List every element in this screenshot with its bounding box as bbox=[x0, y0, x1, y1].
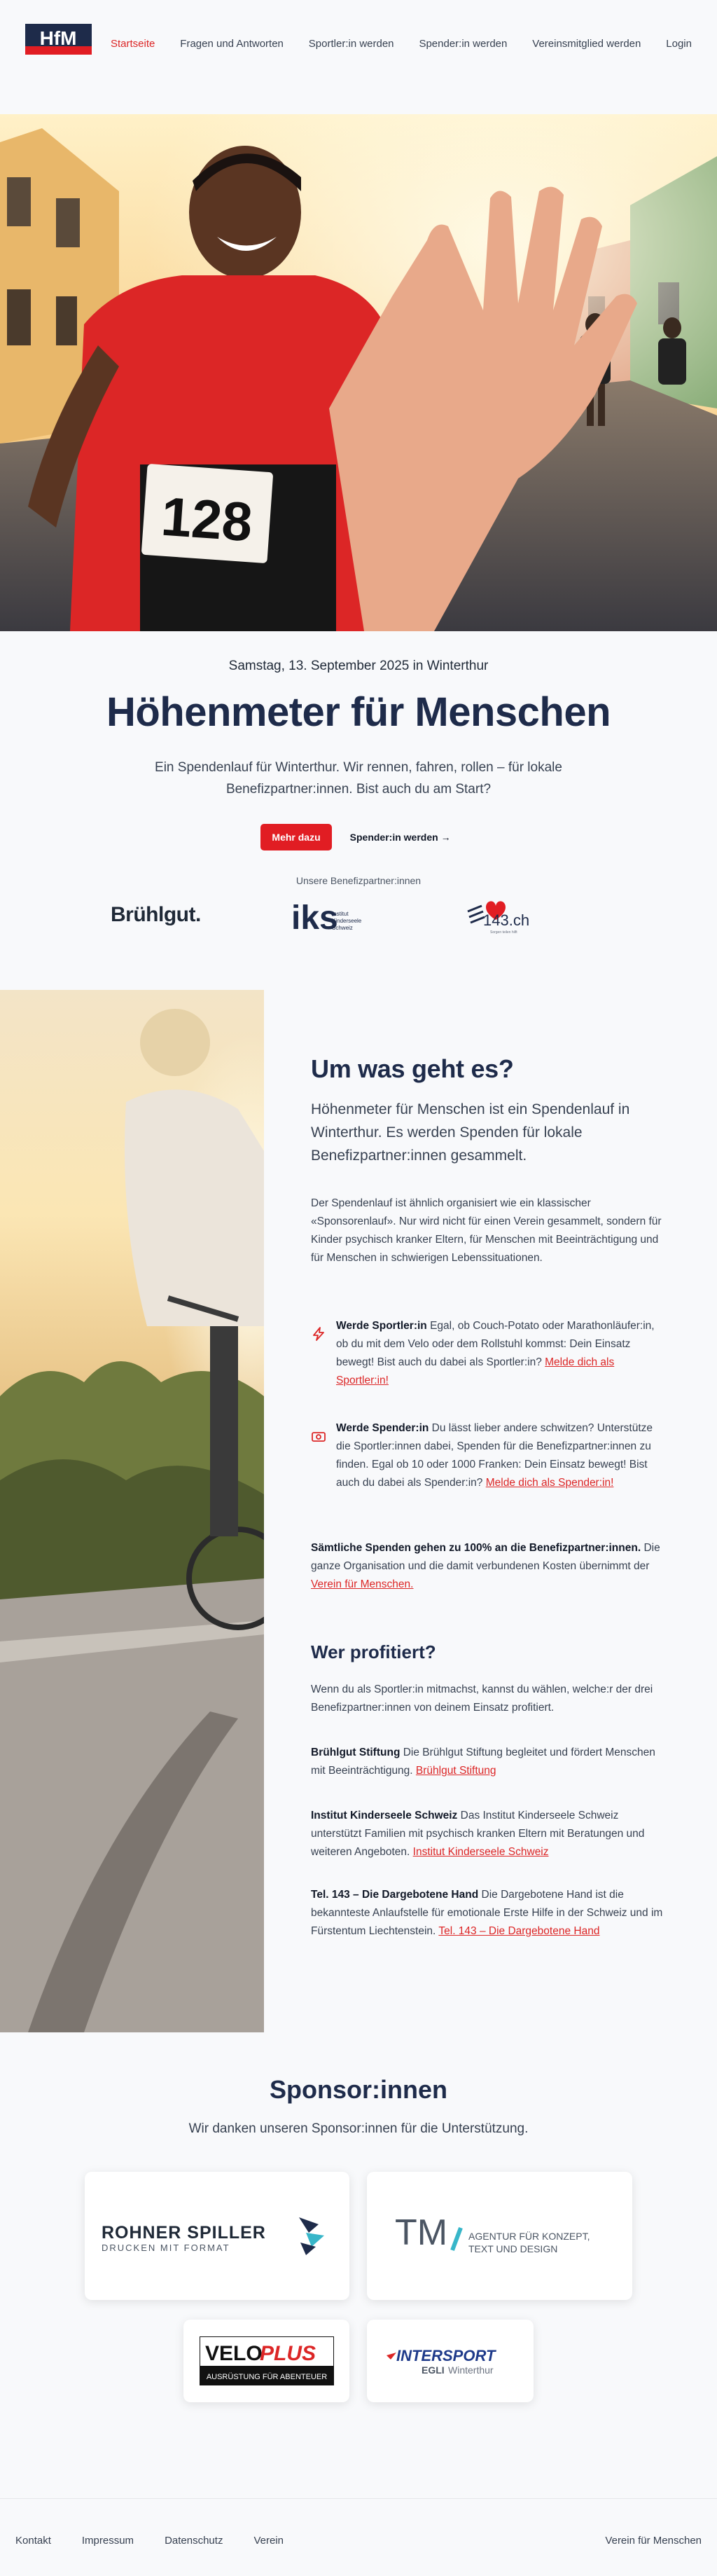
beneficiaries-intro: Wenn du als Sportler:in mitmachst, kanns… bbox=[311, 1683, 653, 1714]
verein-link[interactable]: Verein für Menschen. bbox=[311, 1578, 413, 1590]
svg-text:DRUCKEN MIT FORMAT: DRUCKEN MIT FORMAT bbox=[102, 2243, 230, 2253]
nav-login[interactable]: Login bbox=[666, 38, 692, 50]
logo[interactable]: HfM bbox=[25, 24, 92, 55]
beneficiary-bruhlgut-name: Brühlgut Stiftung bbox=[311, 1747, 401, 1758]
mehr-dazu-button[interactable]: Mehr dazu bbox=[260, 824, 332, 850]
sponsors-subtitle: Wir danken unseren Sponsor:innen für die… bbox=[188, 2121, 529, 2136]
footer-kontakt[interactable]: Kontakt bbox=[15, 2535, 51, 2547]
event-date: Samstag, 13. September 2025 in Winterthu… bbox=[228, 659, 489, 673]
footer-brand[interactable]: Verein für Menschen bbox=[605, 2535, 702, 2547]
nav-spender[interactable]: Spender:in werden bbox=[419, 38, 507, 50]
svg-text:Institut: Institut bbox=[332, 911, 349, 917]
svg-text:Winterthur: Winterthur bbox=[448, 2364, 494, 2376]
feature-sportler: Werde Sportler:in Egal, ob Couch-Potato … bbox=[336, 1317, 665, 1390]
bruhlgut-link[interactable]: Brühlgut Stiftung bbox=[416, 1765, 496, 1777]
svg-text:iks: iks bbox=[291, 900, 338, 935]
svg-text:AGENTUR FÜR KONZEPT,: AGENTUR FÜR KONZEPT, bbox=[468, 2230, 590, 2242]
svg-text:PLUS: PLUS bbox=[260, 2342, 316, 2365]
site-header: HfM Startseite Fragen und Antworten Spor… bbox=[0, 0, 717, 90]
spender-werden-link[interactable]: Spender:in werden → bbox=[344, 824, 457, 850]
tel143-link[interactable]: Tel. 143 – Die Dargebotene Hand bbox=[438, 1925, 599, 1937]
intersport-logo: INTERSPORT EGLI Winterthur bbox=[387, 2347, 496, 2376]
main-nav: Startseite Fragen und Antworten Sportler… bbox=[111, 38, 692, 50]
page-title: Höhenmeter für Menschen bbox=[106, 689, 611, 735]
footer-datenschutz[interactable]: Datenschutz bbox=[165, 2535, 223, 2547]
svg-text:EGLI: EGLI bbox=[422, 2364, 445, 2376]
beneficiary-bruhlgut: Brühlgut Stiftung Die Brühlgut Stiftung … bbox=[311, 1744, 664, 1780]
about-heading: Um was geht es? bbox=[311, 1054, 514, 1083]
hero-photo: 128 bbox=[0, 114, 717, 631]
lightning-icon bbox=[313, 1327, 324, 1341]
kinderseele-link[interactable]: Institut Kinderseele Schweiz bbox=[413, 1846, 549, 1858]
svg-text:Sorgen teilen hilft: Sorgen teilen hilft bbox=[490, 930, 517, 935]
kinderseele-logo[interactable]: iks Institut Kinderseele Schweiz bbox=[291, 898, 368, 935]
feature-sportler-title: Werde Sportler:in bbox=[336, 1320, 427, 1332]
svg-text:HfM: HfM bbox=[40, 27, 77, 49]
beneficiary-kinderseele-name: Institut Kinderseele Schweiz bbox=[311, 1810, 458, 1821]
svg-text:VELO: VELO bbox=[205, 2342, 263, 2365]
svg-text:Schweiz: Schweiz bbox=[332, 925, 353, 931]
cta-row: Mehr dazu Spender:in werden → bbox=[0, 824, 717, 850]
nav-sportler[interactable]: Sportler:in werden bbox=[309, 38, 394, 50]
feature-spender: Werde Spender:in Du lässt lieber andere … bbox=[336, 1419, 665, 1492]
svg-text:Kinderseele: Kinderseele bbox=[332, 918, 362, 924]
beneficiary-tel143: Tel. 143 – Die Dargebotene Hand Die Darg… bbox=[311, 1886, 664, 1941]
sponsor-tm[interactable]: TM AGENTUR FÜR KONZEPT, TEXT UND DESIGN bbox=[367, 2172, 632, 2300]
site-footer: Kontakt Impressum Datenschutz Verein Ver… bbox=[15, 2535, 702, 2547]
sponsors-heading: Sponsor:innen bbox=[270, 2075, 447, 2104]
beneficiaries-heading: Wer profitiert? bbox=[311, 1641, 436, 1662]
bruhlgut-logo[interactable]: Brühlgut. bbox=[111, 903, 201, 927]
svg-text:143.ch: 143.ch bbox=[483, 911, 529, 929]
sponsor-veloplus[interactable]: VELO PLUS AUSRÜSTUNG FÜR ABENTEUER bbox=[183, 2320, 349, 2402]
sponsor-intersport[interactable]: INTERSPORT EGLI Winterthur bbox=[367, 2320, 534, 2402]
money-icon bbox=[312, 1432, 326, 1442]
footer-links: Kontakt Impressum Datenschutz Verein bbox=[15, 2535, 284, 2547]
beneficiary-tel143-name: Tel. 143 – Die Dargebotene Hand bbox=[311, 1889, 479, 1901]
footer-divider bbox=[0, 2498, 717, 2499]
sponsor-rohner-spiller[interactable]: ROHNER SPILLER DRUCKEN MIT FORMAT bbox=[85, 2172, 349, 2300]
svg-text:ROHNER SPILLER: ROHNER SPILLER bbox=[102, 2223, 266, 2243]
spender-signup-link[interactable]: Melde dich als Spender:in! bbox=[486, 1477, 614, 1489]
partners-label: Unsere Benefizpartner:innen bbox=[295, 875, 422, 886]
nav-mitglied[interactable]: Vereinsmitglied werden bbox=[532, 38, 641, 50]
svg-text:AUSRÜSTUNG FÜR ABENTEUER: AUSRÜSTUNG FÜR ABENTEUER bbox=[206, 2373, 326, 2381]
beneficiary-kinderseele: Institut Kinderseele Schweiz Das Institu… bbox=[311, 1807, 664, 1861]
tm-logo: TM AGENTUR FÜR KONZEPT, TEXT UND DESIGN bbox=[395, 2212, 590, 2254]
cyclist-photo bbox=[0, 990, 264, 2032]
cyclist-image bbox=[0, 990, 264, 2032]
veloplus-logo: VELO PLUS AUSRÜSTUNG FÜR ABENTEUER bbox=[199, 2336, 334, 2385]
hero-image: 128 bbox=[0, 114, 717, 631]
tel143-logo[interactable]: 143.ch Sorgen teilen hilft bbox=[465, 897, 535, 935]
donation-note-bold: Sämtliche Spenden gehen zu 100% an die B… bbox=[311, 1542, 641, 1554]
svg-text:TM: TM bbox=[395, 2212, 447, 2253]
footer-impressum[interactable]: Impressum bbox=[82, 2535, 134, 2547]
nav-startseite[interactable]: Startseite bbox=[111, 38, 155, 50]
feature-spender-title: Werde Spender:in bbox=[336, 1422, 429, 1434]
event-subtitle: Ein Spendenlauf für Winterthur. Wir renn… bbox=[155, 760, 562, 797]
rohner-spiller-logo: ROHNER SPILLER DRUCKEN MIT FORMAT bbox=[102, 2217, 324, 2255]
donation-note: Sämtliche Spenden gehen zu 100% an die B… bbox=[311, 1539, 664, 1594]
about-lead: Höhenmeter für Menschen ist ein Spendenl… bbox=[311, 1101, 630, 1164]
about-body: Der Spendenlauf ist ähnlich organisiert … bbox=[311, 1197, 662, 1264]
nav-faq[interactable]: Fragen und Antworten bbox=[180, 38, 284, 50]
svg-text:INTERSPORT: INTERSPORT bbox=[396, 2347, 496, 2364]
svg-text:128: 128 bbox=[159, 485, 254, 553]
svg-text:TEXT UND DESIGN: TEXT UND DESIGN bbox=[468, 2243, 557, 2254]
footer-verein[interactable]: Verein bbox=[253, 2535, 284, 2547]
